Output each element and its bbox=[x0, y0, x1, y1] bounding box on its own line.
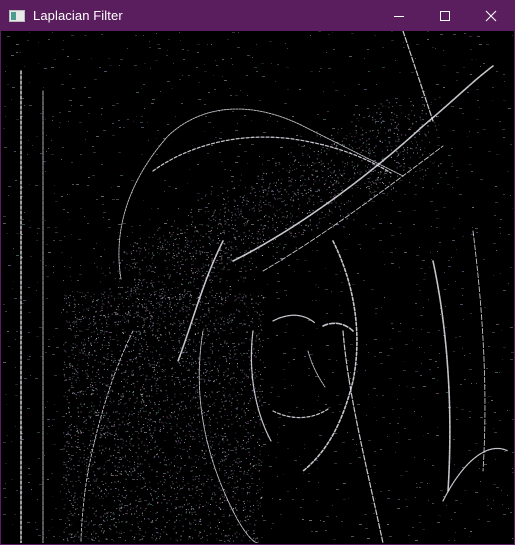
close-icon bbox=[485, 10, 497, 21]
close-button[interactable] bbox=[468, 0, 514, 31]
title-bar[interactable]: Laplacian Filter bbox=[1, 0, 514, 31]
minimize-icon bbox=[394, 15, 404, 17]
maximize-icon bbox=[440, 10, 450, 21]
maximize-button[interactable] bbox=[422, 0, 468, 31]
app-window-icon bbox=[9, 9, 25, 22]
caption-buttons bbox=[376, 0, 514, 31]
minimize-button[interactable] bbox=[376, 0, 422, 31]
image-canvas bbox=[3, 31, 514, 543]
app-window: Laplacian Filter bbox=[0, 0, 515, 545]
window-title: Laplacian Filter bbox=[33, 8, 123, 23]
laplacian-edge-image bbox=[3, 31, 514, 543]
